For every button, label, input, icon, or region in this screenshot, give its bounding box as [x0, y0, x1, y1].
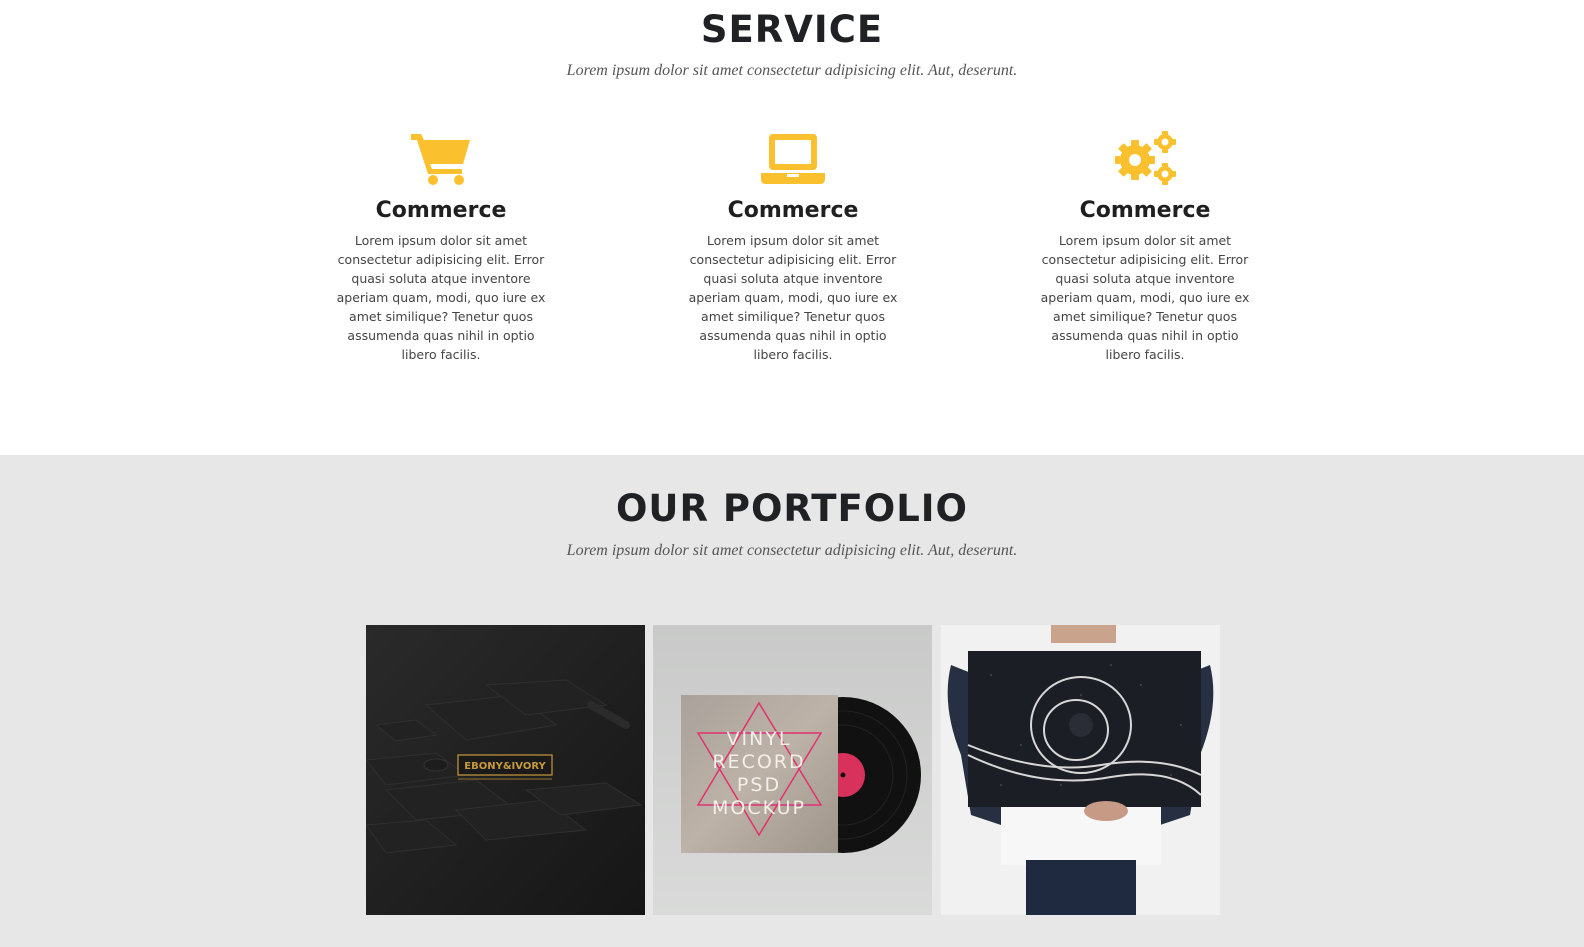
service-card-2: Commerce Lorem ipsum dolor sit amet cons… [683, 130, 903, 364]
service-card-text: Lorem ipsum dolor sit amet consectetur a… [336, 233, 546, 362]
portfolio-section: OUR PORTFOLIO Lorem ipsum dolor sit amet… [0, 455, 1584, 947]
portfolio-image-vinyl: VINYL RECORD PSD MOCKUP [653, 625, 932, 915]
service-card-title: Commerce [727, 198, 859, 223]
service-subtitle: Lorem ipsum dolor sit amet consectetur a… [566, 62, 1018, 79]
portfolio-subtitle: Lorem ipsum dolor sit amet consectetur a… [566, 542, 1018, 559]
service-section: SERVICE Lorem ipsum dolor sit amet conse… [0, 0, 1584, 455]
portfolio-image-stationery: EBONY&IVORY [366, 625, 645, 915]
service-card-title: Commerce [375, 198, 507, 223]
service-card-text: Lorem ipsum dolor sit amet consectetur a… [1040, 233, 1250, 362]
shopping-cart-icon [411, 134, 470, 185]
vinyl-cover-text-4: MOCKUP [712, 797, 806, 819]
laptop-icon [761, 134, 825, 184]
portfolio-image-poster [941, 625, 1220, 915]
service-title: SERVICE [700, 8, 884, 51]
service-card-text: Lorem ipsum dolor sit amet consectetur a… [688, 233, 898, 362]
vinyl-cover-text-1: VINYL [726, 728, 791, 750]
service-card-1: Commerce Lorem ipsum dolor sit amet cons… [331, 130, 551, 364]
portfolio-item-poster[interactable] [941, 625, 1220, 915]
portfolio-title: OUR PORTFOLIO [615, 487, 969, 530]
ebony-ivory-logo-text: EBONY&IVORY [464, 761, 546, 772]
vinyl-cover-text-2: RECORD [712, 751, 805, 773]
service-card-title: Commerce [1079, 198, 1211, 223]
service-card-3: Commerce Lorem ipsum dolor sit amet cons… [1035, 130, 1255, 364]
portfolio-item-ebony-ivory[interactable]: EBONY&IVORY [366, 625, 645, 915]
vinyl-cover-text-3: PSD [737, 774, 781, 796]
gears-icon [1115, 131, 1176, 185]
portfolio-item-vinyl-record[interactable]: VINYL RECORD PSD MOCKUP [653, 625, 932, 915]
